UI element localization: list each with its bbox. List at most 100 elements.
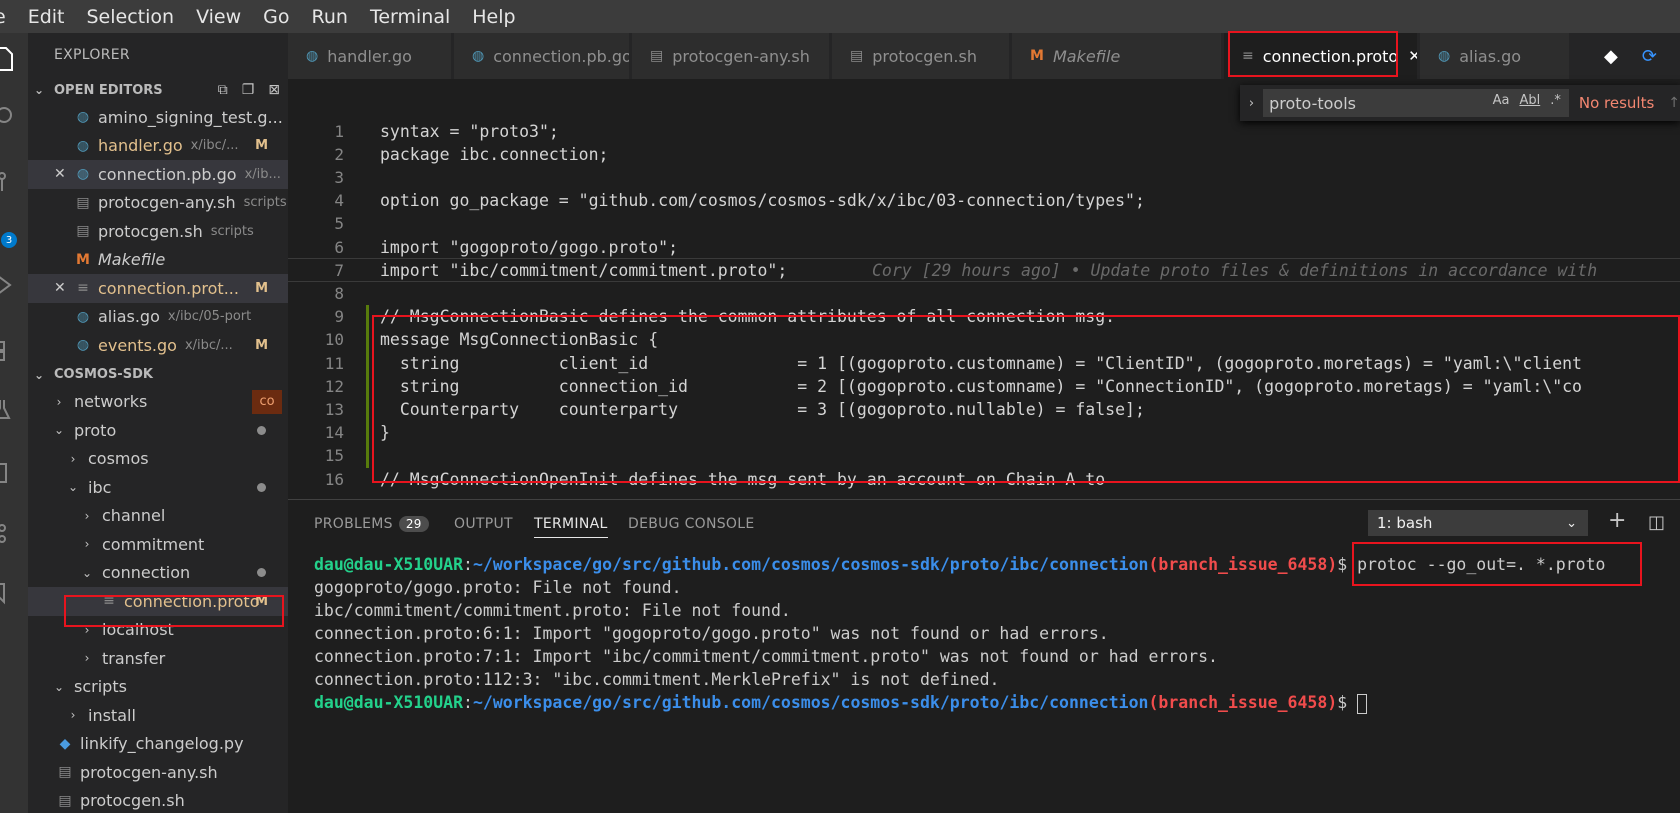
- tree-item-channel[interactable]: › channel: [28, 502, 288, 531]
- open-editor-item[interactable]: ◍ events.go x/ibc/... M: [28, 331, 288, 360]
- tree-item-install[interactable]: › install: [28, 701, 288, 730]
- menu-file[interactable]: e: [0, 6, 18, 28]
- tab-protocgen-sh[interactable]: ▤ protocgen.sh: [832, 33, 1010, 79]
- shell-file-icon: ▤: [58, 792, 72, 809]
- code-editor[interactable]: 1 syntax = "proto3"; 2 package ibc.connecti…: [288, 79, 1680, 499]
- line-number: 4: [334, 191, 344, 211]
- open-editor-item[interactable]: ▤ protocgen-any.sh scripts: [28, 189, 288, 218]
- tree-item-commitment[interactable]: › commitment: [28, 530, 288, 559]
- go-file-icon: ◍: [76, 137, 90, 154]
- tab-protocgen-any-sh[interactable]: ▤ protocgen-any.sh: [632, 33, 830, 79]
- tab-alias-go[interactable]: ◍ alias.go: [1420, 33, 1570, 79]
- open-editor-item[interactable]: ✕ ◍ connection.pb.go x/ib...: [28, 160, 288, 189]
- explorer-icon[interactable]: [0, 39, 28, 79]
- toggle-replace-icon[interactable]: ›: [1240, 96, 1263, 111]
- run-icon[interactable]: [0, 265, 28, 305]
- tree-item-cosmos[interactable]: › cosmos: [28, 445, 288, 474]
- close-all-icon[interactable]: ⊠: [268, 82, 280, 98]
- open-editor-label: events.go: [98, 335, 177, 355]
- save-all-icon[interactable]: ❐: [242, 82, 255, 98]
- workspace-header[interactable]: ⌄ COSMOS-SDK: [28, 362, 288, 388]
- menu-go[interactable]: Go: [253, 6, 301, 28]
- prompt-user: dau@dau-X510UAR: [314, 555, 464, 574]
- tree-item-transfer[interactable]: › transfer: [28, 644, 288, 673]
- extensions-icon[interactable]: [0, 329, 28, 369]
- python-file-icon: ◆: [59, 735, 71, 752]
- tab-label: PROBLEMS: [314, 516, 393, 532]
- explorer-title: EXPLORER: [54, 47, 130, 63]
- tab-label: connection.proto: [1262, 46, 1399, 66]
- tab-handler-go[interactable]: ◍ handler.go: [288, 33, 452, 79]
- tab-connection-proto[interactable]: ≡ connection.proto ✕: [1224, 33, 1418, 79]
- previous-match-icon[interactable]: ↑: [1668, 95, 1680, 111]
- tree-item-scripts[interactable]: ⌄ scripts: [28, 673, 288, 702]
- find-result: No results: [1578, 94, 1655, 112]
- prompt-dollar: $: [1337, 693, 1358, 712]
- tree-item-protocgen[interactable]: ▤ protocgen.sh: [28, 787, 288, 813]
- tree-item-ibc[interactable]: ⌄ ibc: [28, 473, 288, 502]
- code-text: string client_id = 1 [(gogoproto.customn…: [380, 353, 1582, 373]
- tree-item-protocgen-any[interactable]: ▤ protocgen-any.sh: [28, 758, 288, 787]
- tab-terminal[interactable]: TERMINAL: [534, 516, 608, 538]
- new-untitled-icon[interactable]: ⧉: [218, 82, 228, 98]
- bookmark-icon[interactable]: [0, 573, 28, 613]
- terminal-select[interactable]: 1: bash ⌄: [1368, 510, 1588, 536]
- menu-edit[interactable]: Edit: [18, 6, 77, 28]
- makefile-icon: M: [1030, 48, 1044, 64]
- open-editors-header[interactable]: ⌄ OPEN EDITORS ⧉ ❐ ⊠: [28, 77, 288, 103]
- find-input[interactable]: proto-tools Aa Abl .*: [1263, 89, 1569, 117]
- search-icon[interactable]: [0, 97, 28, 137]
- tab-debug-console[interactable]: DEBUG CONSOLE: [628, 516, 755, 532]
- close-icon[interactable]: ✕: [1408, 47, 1417, 65]
- match-whole-word-icon[interactable]: Abl: [1519, 93, 1540, 108]
- menu-help[interactable]: Help: [462, 6, 527, 28]
- collaborator-badge: co: [252, 389, 282, 414]
- open-editor-item[interactable]: M Makefile: [28, 246, 288, 275]
- terminal-output[interactable]: dau@dau-X510UAR:~/workspace/go/src/githu…: [314, 553, 1674, 714]
- shell-file-icon: ▤: [58, 764, 72, 781]
- open-editor-item[interactable]: ◍ amino_signing_test.g...: [28, 103, 288, 132]
- tree-item-localhost[interactable]: › localhost: [28, 616, 288, 645]
- menu-view[interactable]: View: [186, 6, 253, 28]
- chevron-right-icon: ›: [70, 451, 76, 466]
- match-case-icon[interactable]: Aa: [1493, 93, 1510, 108]
- open-editor-item[interactable]: ✕ ≡ connection.prot... M: [28, 274, 288, 303]
- new-terminal-icon[interactable]: +: [1608, 508, 1626, 533]
- tree-item-networks[interactable]: › networks co: [28, 388, 288, 417]
- chevron-right-icon: ›: [84, 508, 90, 523]
- menu-terminal[interactable]: Terminal: [360, 6, 462, 28]
- tab-makefile[interactable]: M Makefile: [1012, 33, 1222, 79]
- open-editor-path: x/ibc/...: [190, 138, 239, 154]
- open-editor-item[interactable]: ◍ alias.go x/ibc/05-port: [28, 303, 288, 332]
- tab-label: alias.go: [1459, 46, 1522, 66]
- tab-problems[interactable]: PROBLEMS 29: [314, 516, 429, 532]
- workspace-label: COSMOS-SDK: [54, 367, 153, 382]
- close-icon[interactable]: ✕: [54, 166, 70, 182]
- proto-file-icon: ≡: [1242, 48, 1254, 64]
- live-share-icon[interactable]: [0, 513, 28, 553]
- tree-label: localhost: [102, 620, 174, 640]
- close-icon[interactable]: ✕: [54, 280, 70, 296]
- menu-run[interactable]: Run: [302, 6, 360, 28]
- tree-label: proto: [74, 420, 117, 440]
- tree-item-linkify[interactable]: ◆ linkify_changelog.py: [28, 730, 288, 759]
- tab-connection-pb-go[interactable]: ◍ connection.pb.go: [454, 33, 630, 79]
- open-editor-path: x/ib...: [244, 166, 281, 182]
- code-text: syntax = "proto3";: [380, 121, 559, 141]
- split-terminal-icon[interactable]: ◫: [1648, 512, 1665, 533]
- test-icon[interactable]: [0, 389, 28, 429]
- code-text: string connection_id = 2 [(gogoproto.cus…: [380, 376, 1582, 396]
- open-editor-item[interactable]: ▤ protocgen.sh scripts: [28, 217, 288, 246]
- source-control-icon[interactable]: [0, 163, 28, 203]
- tree-item-proto[interactable]: ⌄ proto: [28, 416, 288, 445]
- remote-icon[interactable]: [0, 453, 28, 493]
- live-share-icon[interactable]: ⟳: [1642, 46, 1657, 67]
- git-compare-icon[interactable]: ◆: [1604, 46, 1618, 67]
- tree-item-connection-proto[interactable]: ≡ connection.proto M: [28, 587, 288, 616]
- tab-output[interactable]: OUTPUT: [454, 516, 513, 532]
- open-editor-item[interactable]: ◍ handler.go x/ibc/... M: [28, 132, 288, 161]
- menu-selection[interactable]: Selection: [77, 6, 187, 28]
- editor-actions: ◆ ⟳: [1604, 33, 1657, 79]
- tree-item-connection[interactable]: ⌄ connection: [28, 559, 288, 588]
- regex-icon[interactable]: .*: [1550, 93, 1561, 108]
